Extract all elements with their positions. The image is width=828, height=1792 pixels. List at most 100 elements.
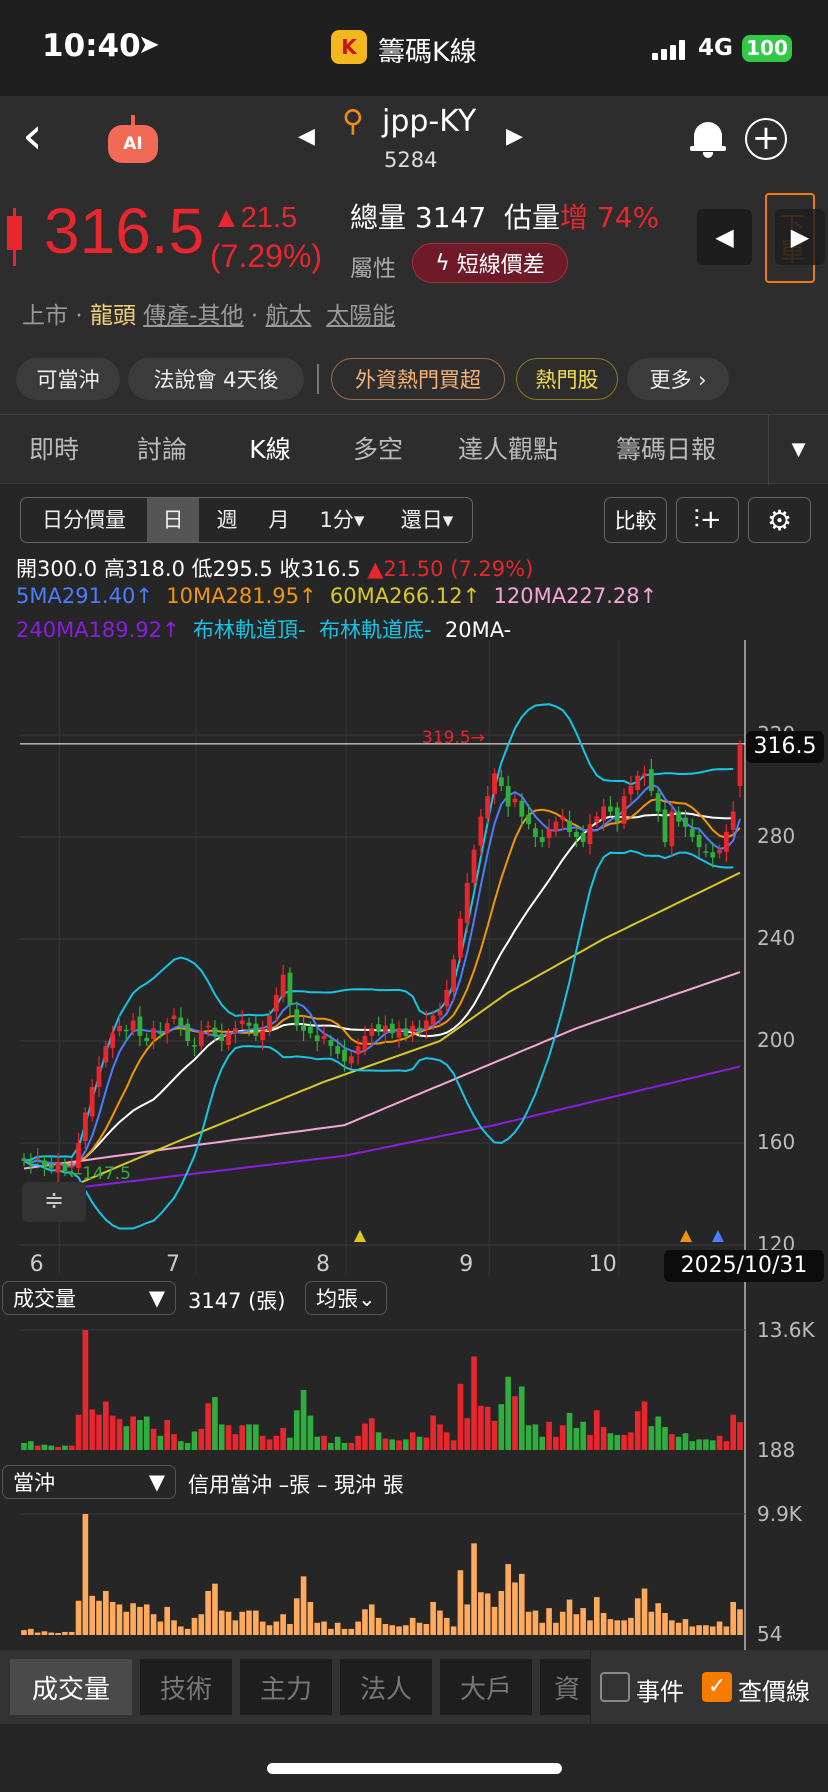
- tab-expert[interactable]: 達人觀點: [448, 415, 568, 485]
- seg-intraday[interactable]: 日分價量: [21, 498, 147, 542]
- volume-bar: [218, 1424, 225, 1450]
- seg-day[interactable]: 日: [147, 498, 199, 542]
- volume-bar: [553, 1436, 559, 1450]
- tab-discussion[interactable]: 討論: [122, 415, 202, 485]
- candle: [464, 882, 470, 923]
- next-stock-arrow[interactable]: ▶: [506, 124, 523, 149]
- candle: [192, 1045, 197, 1047]
- volume-bar: [225, 1425, 232, 1450]
- seg-adjusted[interactable]: 還日▾: [385, 498, 469, 542]
- btab-main-force[interactable]: 主力: [240, 1659, 332, 1715]
- daytrade-bar: [253, 1610, 259, 1635]
- daytrade-bar: [225, 1611, 232, 1635]
- daytrade-bar: [600, 1613, 607, 1635]
- candle: [219, 1033, 225, 1041]
- prev-button[interactable]: ◀: [697, 209, 752, 265]
- daytrade-bar: [21, 1630, 27, 1635]
- compare-button[interactable]: 比較: [604, 497, 667, 543]
- event-marker-icon: [712, 1230, 724, 1242]
- candle: [301, 1025, 306, 1031]
- price-line-checkbox[interactable]: ✓: [702, 1672, 732, 1702]
- stock-tags: 上市 · 龍頭 傳產-其他 · 航太 太陽能: [22, 303, 396, 329]
- candle: [662, 809, 668, 843]
- chip-daytrade[interactable]: 可當沖: [16, 358, 120, 400]
- candle: [164, 1023, 170, 1034]
- candle: [669, 811, 675, 847]
- next-button[interactable]: ▶: [775, 209, 825, 265]
- settings-gear-icon[interactable]: ⚙: [748, 497, 811, 543]
- daytrade-bar: [573, 1614, 580, 1635]
- volume-bar: [403, 1439, 409, 1450]
- volume-bar: [423, 1437, 430, 1450]
- daytrade-bar: [505, 1564, 511, 1635]
- tag-aerospace[interactable]: 航太: [266, 303, 312, 329]
- candle: [342, 1049, 347, 1062]
- daytrade-bar: [75, 1600, 82, 1635]
- event-checkbox[interactable]: [600, 1672, 630, 1702]
- tab-long-short[interactable]: 多空: [338, 415, 418, 485]
- attr-badge[interactable]: ϟ 短線價差: [412, 243, 568, 283]
- chip-foreign-buy[interactable]: 外資熱門買超: [331, 358, 505, 400]
- tag-solar[interactable]: 太陽能: [326, 303, 395, 329]
- chip-divider: [317, 364, 319, 394]
- search-icon[interactable]: ⚲: [342, 104, 364, 139]
- volume-max-label: 13.6K: [757, 1318, 815, 1342]
- volume-bar: [34, 1445, 41, 1450]
- seg-month[interactable]: 月: [253, 498, 305, 542]
- volume-bar: [184, 1442, 191, 1450]
- daytrade-bar: [512, 1582, 518, 1635]
- volume-bar: [382, 1438, 389, 1450]
- volume-bar: [703, 1439, 709, 1450]
- tab-daily-report[interactable]: 籌碼日報: [606, 415, 726, 485]
- btab-technical[interactable]: 技術: [140, 1659, 232, 1715]
- tabs-dropdown-icon[interactable]: ▼: [768, 415, 828, 485]
- volume-bar: [68, 1445, 75, 1450]
- btab-margin[interactable]: 資: [540, 1659, 590, 1715]
- collapse-handle-icon[interactable]: ≑: [22, 1182, 86, 1222]
- volume-bar: [212, 1397, 218, 1450]
- add-circle-icon[interactable]: +: [745, 118, 787, 160]
- daytrade-bar: [355, 1621, 361, 1635]
- y-tick-label: 240: [757, 926, 796, 950]
- volume-bar: [21, 1442, 27, 1450]
- ma240-line: [23, 1065, 741, 1195]
- daytrade-selector[interactable]: 當沖 ▼: [2, 1465, 176, 1499]
- volume-selector[interactable]: 成交量 ▼: [2, 1281, 176, 1315]
- tab-kline[interactable]: K線: [230, 415, 310, 485]
- candle: [389, 1023, 395, 1034]
- btab-volume[interactable]: 成交量: [10, 1659, 132, 1715]
- daytrade-bar: [314, 1622, 321, 1635]
- daytrade-bar: [341, 1628, 348, 1635]
- prev-stock-arrow[interactable]: ◀: [298, 124, 315, 149]
- tab-realtime[interactable]: 即時: [14, 415, 94, 485]
- tag-industry[interactable]: 傳產-其他: [143, 303, 243, 329]
- candle: [601, 806, 607, 821]
- volume-bar: [103, 1401, 109, 1450]
- btab-big-holders[interactable]: 大戶: [440, 1659, 532, 1715]
- back-chevron-icon[interactable]: ‹: [22, 106, 43, 166]
- daytrade-bar: [184, 1628, 191, 1635]
- chip-more[interactable]: 更多 ›: [627, 358, 729, 400]
- volume-mode-selector[interactable]: 均張⌄: [305, 1281, 387, 1315]
- stock-symbol[interactable]: jpp-KY: [382, 104, 476, 139]
- seg-minute[interactable]: 1分▾: [307, 498, 377, 542]
- candle: [717, 849, 722, 854]
- daytrade-bar: [662, 1613, 668, 1635]
- chip-earnings-call[interactable]: 法說會 4天後: [128, 358, 304, 400]
- chip-hot-stock[interactable]: 熱門股: [516, 358, 618, 400]
- daytrade-bar: [109, 1602, 116, 1635]
- seg-week[interactable]: 週: [201, 498, 253, 542]
- ai-robot-icon[interactable]: AI: [104, 115, 162, 165]
- volume-bar: [723, 1441, 730, 1450]
- btab-institutional[interactable]: 法人: [340, 1659, 432, 1715]
- volume-bar: [594, 1410, 600, 1450]
- add-indicator-icon[interactable]: ⫶+: [676, 497, 739, 543]
- candle: [362, 1035, 368, 1051]
- daytrade-bar: [157, 1621, 164, 1635]
- candle: [280, 974, 286, 998]
- volume-bar: [116, 1419, 123, 1450]
- volume-bar: [300, 1390, 307, 1450]
- y-tick-label: 200: [757, 1028, 796, 1052]
- volume-bar: [164, 1420, 170, 1450]
- bell-icon[interactable]: [690, 118, 726, 160]
